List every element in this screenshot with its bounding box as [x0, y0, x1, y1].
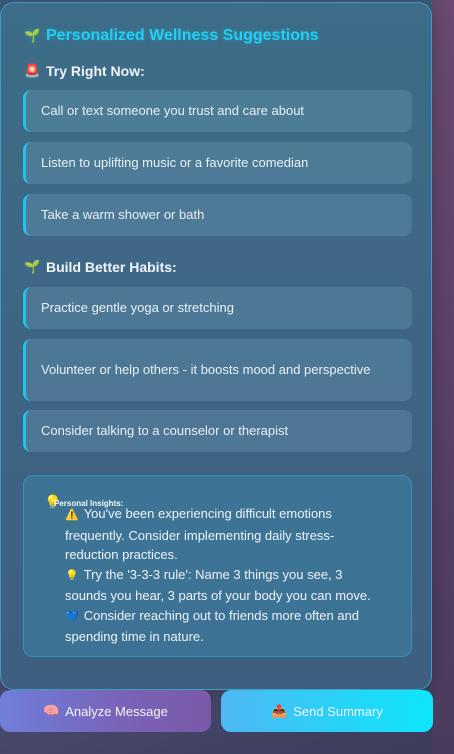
insight-line: 💡 Try the '3-3-3 rule': Name 3 things you… [65, 565, 375, 606]
habit-item[interactable]: Practice gentle yoga or stretching [23, 287, 412, 329]
try-now-title: Try Right Now: [46, 63, 145, 79]
insight-text: Try the '3-3-3 rule': Name 3 things you … [65, 566, 371, 604]
habit-text: Consider talking to a counselor or thera… [41, 423, 289, 439]
suggestion-item[interactable]: Call or text someone you trust and care … [23, 90, 412, 132]
warning-icon: ⚠️ [65, 509, 79, 521]
habits-heading: 🌱 Build Better Habits: [24, 257, 177, 277]
suggestion-text: Listen to uplifting music or a favorite … [41, 155, 309, 171]
outbox-icon: 📤 [271, 703, 288, 718]
send-summary-button[interactable]: 📤 Send Summary [221, 690, 433, 732]
suggestion-item[interactable]: Take a warm shower or bath [23, 194, 412, 236]
seedling-icon: 🌱 [24, 28, 41, 43]
habits-title: Build Better Habits: [46, 259, 177, 275]
lightbulb-icon: 💡 [65, 569, 79, 582]
analyze-message-button[interactable]: 🧠 Analyze Message [0, 690, 211, 732]
habit-text: Practice gentle yoga or stretching [41, 300, 234, 316]
personal-insights-box: 💡 Personal Insights: ⚠️ You've been exper… [23, 475, 412, 657]
panel-title: 🌱 Personalized Wellness Suggestions [24, 25, 319, 47]
insight-text: Consider reaching out to friends more of… [65, 607, 360, 645]
suggestion-text: Take a warm shower or bath [41, 207, 205, 223]
siren-icon: 🚨 [24, 63, 41, 78]
insights-body: ⚠️ You've been experiencing difficult emo… [65, 504, 375, 647]
habit-item[interactable]: Volunteer or help others - it boosts moo… [23, 339, 412, 401]
brain-icon: 🧠 [43, 703, 60, 718]
try-now-heading: 🚨 Try Right Now: [24, 61, 145, 81]
habit-text: Volunteer or help others - it boosts moo… [41, 362, 371, 378]
send-summary-label: Send Summary [293, 703, 383, 719]
insight-line: ⚠️ You've been experiencing difficult emo… [65, 504, 375, 565]
suggestion-item[interactable]: Listen to uplifting music or a favorite … [23, 142, 412, 184]
insight-line: 💙 Consider reaching out to friends more o… [65, 606, 375, 647]
wellness-suggestions-panel: 🌱 Personalized Wellness Suggestions 🚨 Tr… [0, 2, 432, 690]
panel-title-text: Personalized Wellness Suggestions [46, 27, 319, 44]
insight-text: You've been experiencing difficult emoti… [65, 506, 335, 562]
suggestion-text: Call or text someone you trust and care … [41, 103, 305, 119]
blue-heart-icon: 💙 [65, 610, 79, 623]
analyze-message-label: Analyze Message [65, 703, 168, 719]
seedling-icon: 🌱 [24, 259, 41, 274]
habit-item[interactable]: Consider talking to a counselor or thera… [23, 410, 412, 452]
background-edge [432, 0, 454, 754]
